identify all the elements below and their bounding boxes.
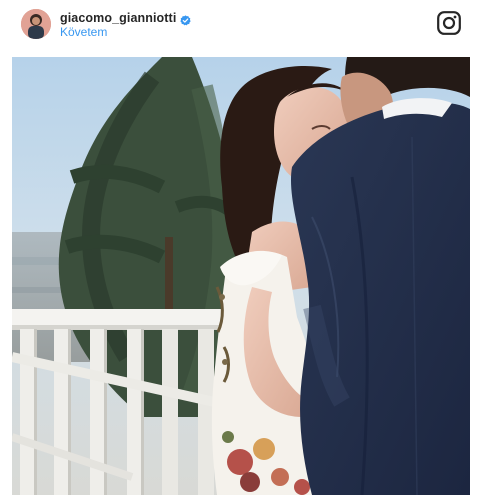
username-link[interactable]: giacomo_gianniotti <box>60 11 176 25</box>
avatar-image <box>21 9 51 39</box>
instagram-embed: giacomo_gianniotti Követem <box>0 0 479 504</box>
post-header: giacomo_gianniotti Követem <box>0 0 479 56</box>
verified-badge-icon <box>180 13 192 25</box>
follow-button[interactable]: Követem <box>60 25 107 39</box>
instagram-logo-icon[interactable] <box>437 11 461 35</box>
username-row: giacomo_gianniotti <box>60 10 192 26</box>
avatar[interactable] <box>21 9 51 39</box>
post-image <box>12 57 470 495</box>
post-photo[interactable] <box>12 57 470 495</box>
